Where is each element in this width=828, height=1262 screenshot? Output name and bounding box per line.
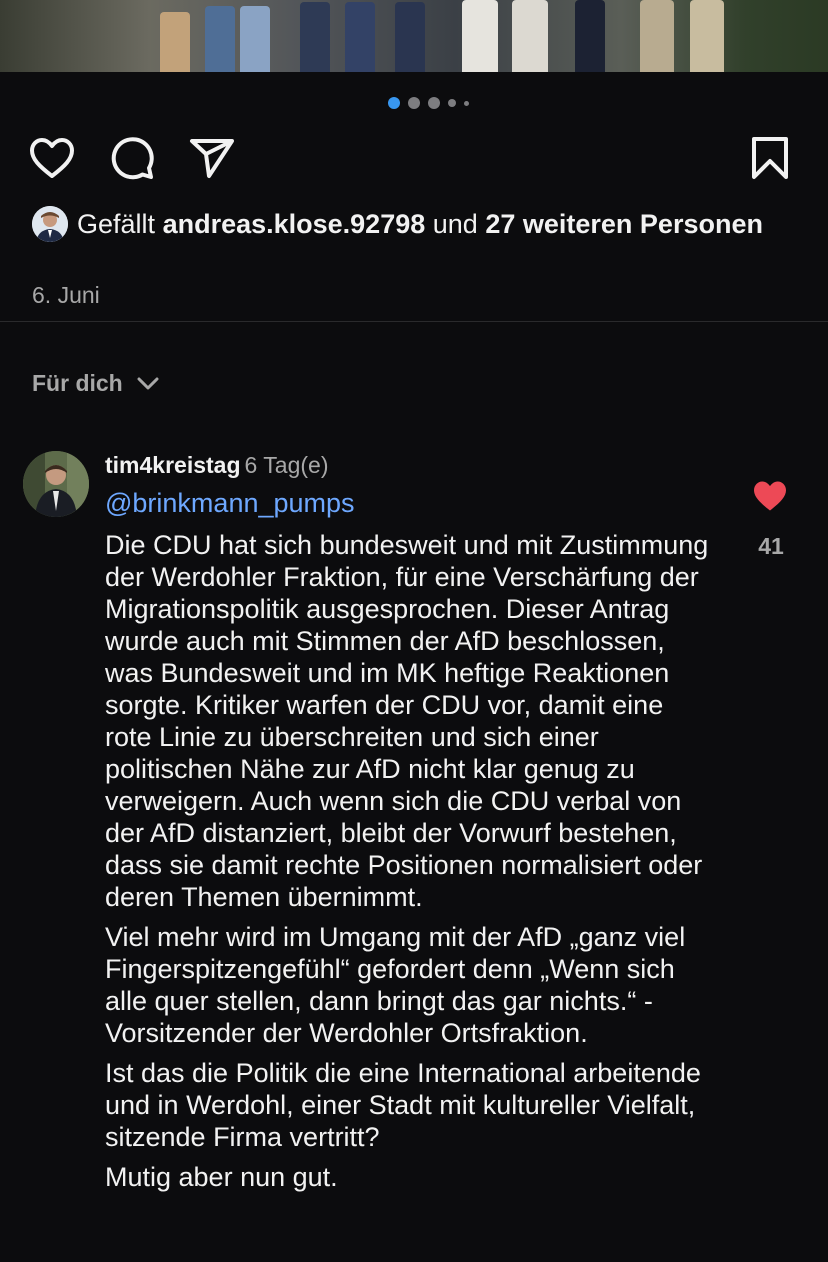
photo-figure [690,0,724,72]
comment-username[interactable]: tim4kreistag [105,452,241,478]
likes-prefix: Gefällt [77,208,156,239]
photo-figure [512,0,548,72]
photo-figure [300,2,330,72]
person-avatar-icon [32,206,68,242]
share-button[interactable] [188,134,236,182]
divider [0,321,828,322]
carousel-indicator [388,97,469,109]
comment-like-count: 41 [758,533,784,559]
carousel-dot [428,97,440,109]
comment-paragraph: Viel mehr wird im Umgang mit der AfD „ga… [105,922,686,1048]
comment-paragraph: Ist das die Politik die eine Internation… [105,1058,701,1152]
comment-header: tim4kreistag 6 Tag(e) [105,452,328,479]
comment-button[interactable] [108,134,156,182]
post-date: 6. Juni [32,282,100,308]
photo-figure [640,0,674,72]
heart-outline-icon [30,138,74,178]
comment-time: 6 Tag(e) [244,452,329,478]
heart-filled-icon [754,481,786,511]
comment-like-button[interactable] [752,480,792,516]
photo-figure [160,12,190,72]
person-avatar-icon [23,451,89,517]
comment-body: Die CDU hat sich bundesweit und mit Zust… [105,529,715,1201]
carousel-dot-active [388,97,400,109]
liker-username[interactable]: andreas.klose.92798 [163,209,426,240]
liker-avatar[interactable] [32,206,68,242]
save-button[interactable] [746,134,794,182]
likes-connector: und [432,208,478,239]
post-photo[interactable] [0,0,828,72]
like-button[interactable] [28,134,76,182]
carousel-dot [464,100,469,106]
carousel-dot [448,99,456,107]
comment-bubble-icon [111,137,154,180]
photo-figure [240,6,270,72]
comment-paragraph: Die CDU hat sich bundesweit und mit Zust… [105,530,709,912]
sort-label: Für dich [32,370,123,396]
likes-others[interactable]: 27 weiteren Personen [485,209,763,240]
photo-figure [205,6,235,72]
photo-figure [462,0,498,72]
paper-plane-icon [190,139,234,178]
comment-mention[interactable]: @brinkmann_pumps [105,488,355,519]
commenter-avatar[interactable] [23,451,89,517]
photo-figure [575,0,605,72]
likes-summary[interactable]: Gefällt andreas.klose.92798 und 27 weite… [32,206,763,242]
photo-figure [345,2,375,72]
chevron-down-icon [137,377,159,389]
comment-paragraph: Mutig aber nun gut. [105,1162,338,1192]
comments-sort-dropdown[interactable]: Für dich [32,370,159,397]
photo-figure [395,2,425,72]
carousel-dot [408,97,420,109]
bookmark-icon [752,137,788,179]
